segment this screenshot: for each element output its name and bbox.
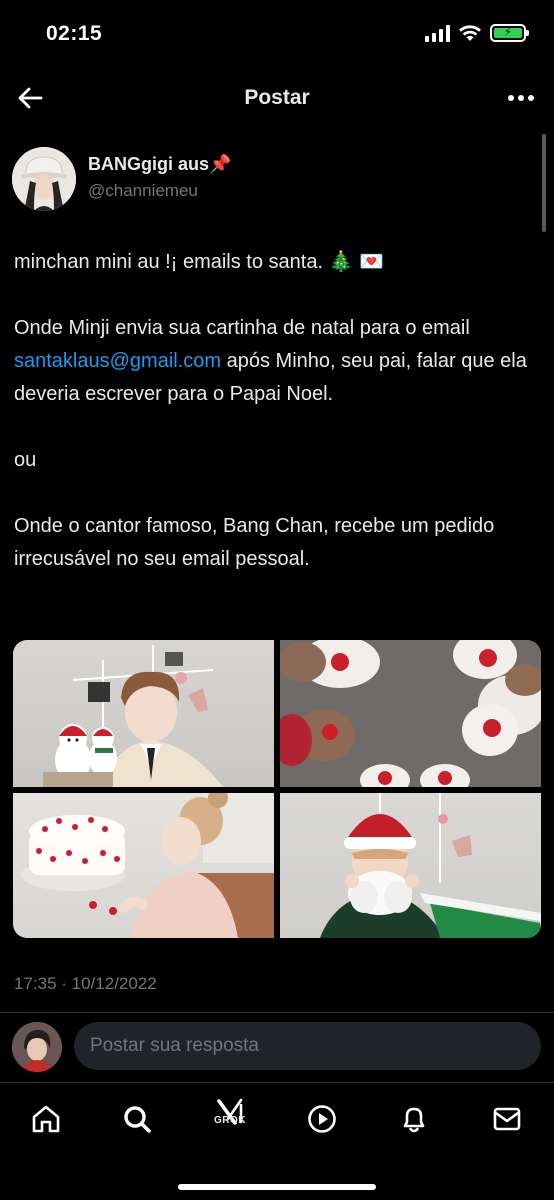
bottom-nav: GROK bbox=[0, 1083, 554, 1200]
post-paragraph: Onde Minji envia sua cartinha de natal p… bbox=[14, 312, 534, 411]
grok-label: GROK bbox=[214, 1115, 246, 1126]
nav-notifications[interactable] bbox=[394, 1099, 434, 1139]
scrollbar[interactable] bbox=[542, 134, 546, 232]
status-time: 02:15 bbox=[46, 22, 103, 45]
more-options-icon[interactable] bbox=[506, 84, 536, 112]
play-icon bbox=[308, 1105, 336, 1133]
nav-video[interactable] bbox=[302, 1099, 342, 1139]
top-header: Postar bbox=[0, 70, 554, 128]
charging-icon: ⚡ bbox=[504, 26, 512, 39]
divider bbox=[0, 1012, 554, 1013]
nav-search[interactable] bbox=[117, 1099, 157, 1139]
page-title: Postar bbox=[244, 86, 310, 109]
nav-home[interactable] bbox=[26, 1099, 66, 1139]
media-photo-2[interactable] bbox=[280, 640, 541, 787]
post-text-span: Onde Minji envia sua cartinha de natal p… bbox=[14, 317, 470, 339]
author-avatar[interactable] bbox=[12, 147, 76, 211]
media-photo-4[interactable] bbox=[280, 793, 541, 938]
status-bar: 02:15 ⚡ bbox=[0, 0, 554, 70]
post-paragraph: Onde o cantor famoso, Bang Chan, recebe … bbox=[14, 515, 495, 570]
author-name[interactable]: BANGgigi aus📌 bbox=[88, 154, 231, 175]
post-timestamp: 17:35 · 10/12/2022 bbox=[14, 974, 157, 993]
email-link[interactable]: santaklaus@gmail.com bbox=[14, 350, 221, 372]
nav-grok[interactable]: GROK bbox=[210, 1091, 250, 1131]
nav-messages[interactable] bbox=[487, 1099, 527, 1139]
post-paragraph: ou bbox=[14, 449, 37, 471]
media-grid bbox=[13, 640, 541, 938]
post-body: minchan mini au !¡ emails to santa. 🎄 💌 … bbox=[14, 246, 534, 576]
search-icon bbox=[124, 1106, 151, 1133]
wifi-icon bbox=[459, 25, 481, 41]
reply-input[interactable] bbox=[74, 1022, 541, 1070]
bell-icon bbox=[403, 1107, 425, 1133]
battery-icon: ⚡ bbox=[490, 24, 529, 42]
author-handle[interactable]: @channiemeu bbox=[88, 181, 198, 201]
post-line: minchan mini au !¡ emails to santa. 🎄 💌 bbox=[14, 251, 384, 273]
status-icons: ⚡ bbox=[425, 24, 529, 42]
home-indicator bbox=[178, 1184, 376, 1190]
user-avatar[interactable] bbox=[12, 1022, 62, 1072]
mail-icon bbox=[493, 1107, 521, 1131]
media-photo-3[interactable] bbox=[13, 793, 274, 938]
media-photo-1[interactable] bbox=[13, 640, 274, 787]
signal-icon bbox=[425, 24, 450, 42]
home-icon bbox=[32, 1105, 60, 1133]
